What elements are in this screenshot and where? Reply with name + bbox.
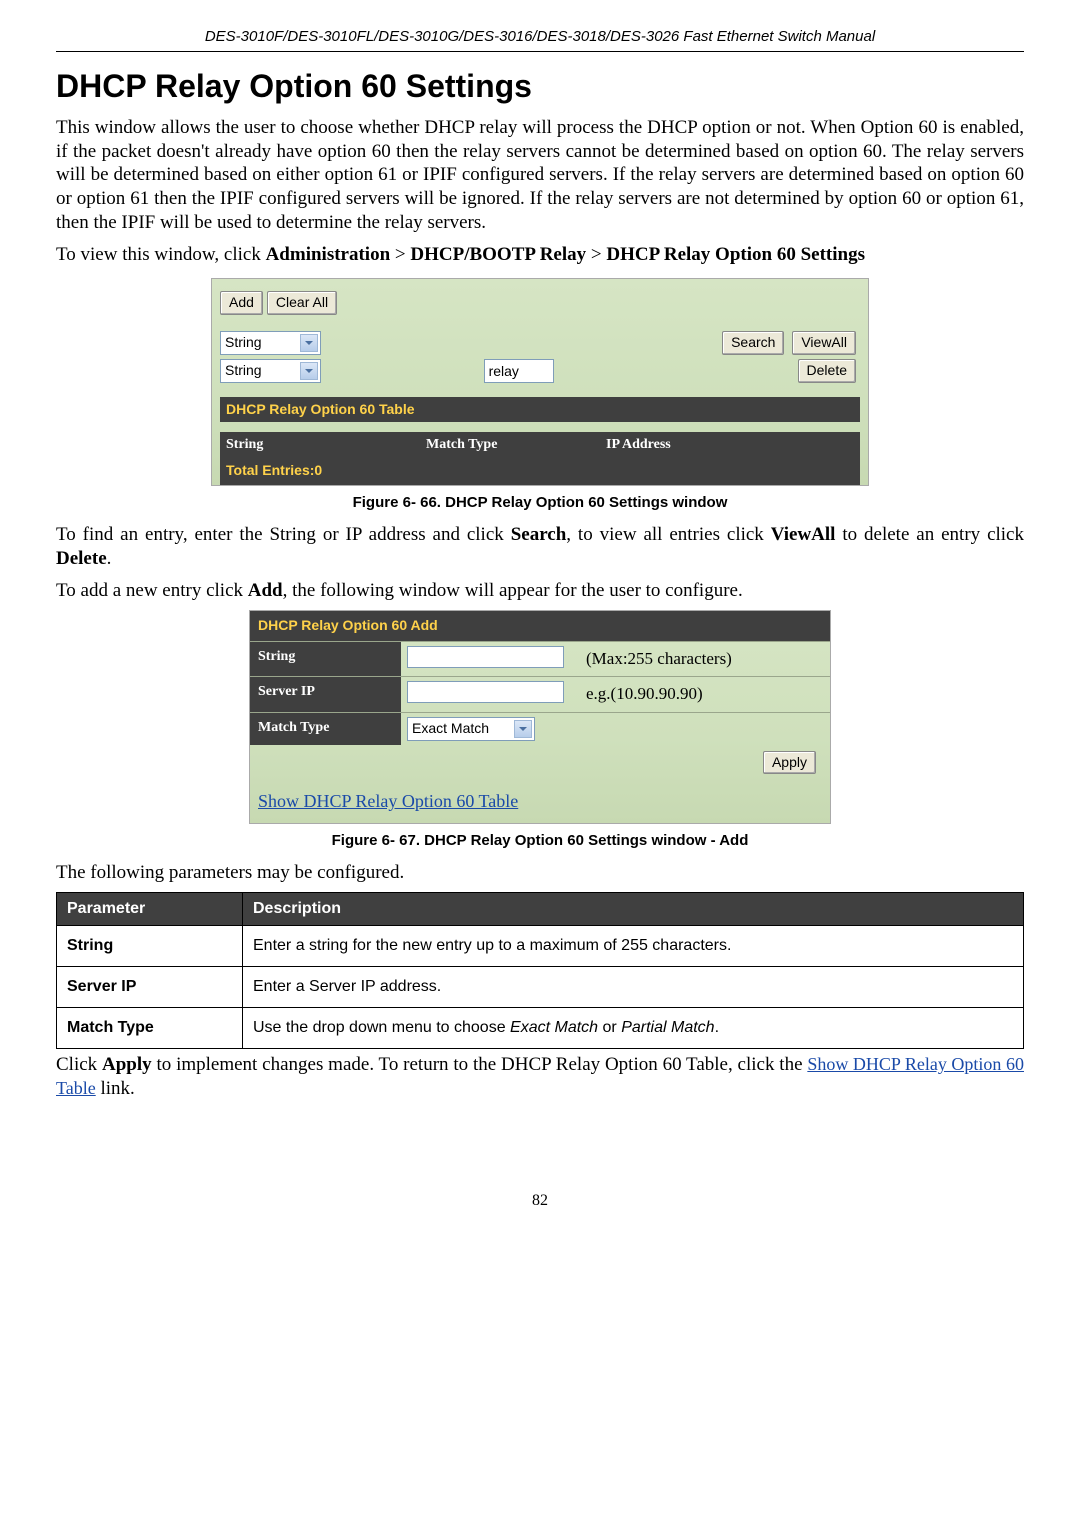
- parameter-table: Parameter Description String Enter a str…: [56, 892, 1024, 1049]
- match-type-select[interactable]: Exact Match: [407, 717, 535, 741]
- chevron-down-icon: [300, 362, 318, 380]
- closing-paragraph: Click Apply to implement changes made. T…: [56, 1053, 1024, 1101]
- nav-crumb-option60: DHCP Relay Option 60 Settings: [606, 244, 865, 265]
- col-match-type: Match Type: [426, 436, 606, 454]
- params-intro: The following parameters may be configur…: [56, 861, 1024, 885]
- table-row: Server IP Enter a Server IP address.: [57, 967, 1024, 1008]
- show-table-link[interactable]: Show DHCP Relay Option 60 Table: [258, 791, 518, 811]
- th-parameter: Parameter: [57, 893, 243, 926]
- hint-server-ip: e.g.(10.90.90.90): [578, 677, 830, 712]
- view-all-button[interactable]: ViewAll: [792, 331, 856, 355]
- figure-caption-67: Figure 6- 67. DHCP Relay Option 60 Setti…: [56, 832, 1024, 851]
- nav-crumb-admin: Administration: [266, 244, 391, 265]
- chevron-down-icon: [514, 720, 532, 738]
- server-ip-input[interactable]: [407, 681, 564, 703]
- search-type-select-1[interactable]: String: [220, 331, 321, 355]
- total-entries: Total Entries:0: [220, 458, 860, 486]
- nav-path: To view this window, click Administratio…: [56, 243, 1024, 267]
- search-button[interactable]: Search: [722, 331, 784, 355]
- string-input[interactable]: [407, 646, 564, 668]
- hint-string: (Max:255 characters): [578, 642, 830, 677]
- figure-caption-66: Figure 6- 66. DHCP Relay Option 60 Setti…: [56, 494, 1024, 513]
- col-string: String: [226, 436, 426, 454]
- search-type-select-2-value: String: [225, 362, 262, 380]
- intro-paragraph: This window allows the user to choose wh…: [56, 116, 1024, 235]
- table-title: DHCP Relay Option 60 Table: [220, 397, 860, 423]
- table-header: Parameter Description: [57, 893, 1024, 926]
- add-button[interactable]: Add: [220, 291, 263, 315]
- search-instructions: To find an entry, enter the String or IP…: [56, 523, 1024, 571]
- search-type-select-1-value: String: [225, 334, 262, 352]
- table-row: Match Type Use the drop down menu to cho…: [57, 1008, 1024, 1049]
- label-match-type: Match Type: [250, 713, 401, 745]
- nav-intro-text: To view this window, click: [56, 244, 266, 265]
- clear-all-button[interactable]: Clear All: [267, 291, 337, 315]
- col-ip-address: IP Address: [606, 436, 854, 454]
- th-description: Description: [243, 893, 1024, 926]
- label-string: String: [250, 642, 401, 677]
- page-number: 82: [56, 1191, 1024, 1211]
- param-name: Match Type: [57, 1008, 243, 1049]
- apply-button[interactable]: Apply: [763, 751, 816, 775]
- header-rule: [56, 51, 1024, 52]
- param-desc: Enter a string for the new entry up to a…: [243, 926, 1024, 967]
- nav-crumb-dhcp: DHCP/BOOTP Relay: [410, 244, 586, 265]
- table-header-row: String Match Type IP Address: [220, 432, 860, 458]
- table-row: String Enter a string for the new entry …: [57, 926, 1024, 967]
- param-desc: Use the drop down menu to choose Exact M…: [243, 1008, 1024, 1049]
- label-server-ip: Server IP: [250, 677, 401, 712]
- chevron-down-icon: [300, 334, 318, 352]
- delete-button[interactable]: Delete: [798, 359, 856, 383]
- param-name: Server IP: [57, 967, 243, 1008]
- add-instructions: To add a new entry click Add, the follow…: [56, 579, 1024, 603]
- add-window-title: DHCP Relay Option 60 Add: [250, 611, 830, 641]
- search-value-input[interactable]: relay: [484, 359, 554, 383]
- doc-header: DES-3010F/DES-3010FL/DES-3010G/DES-3016/…: [56, 28, 1024, 47]
- param-desc: Enter a Server IP address.: [243, 967, 1024, 1008]
- screenshot-option60-settings: Add Clear All String Search ViewAll Stri…: [211, 278, 869, 486]
- param-name: String: [57, 926, 243, 967]
- search-type-select-2[interactable]: String: [220, 359, 321, 383]
- screenshot-option60-add: DHCP Relay Option 60 Add String (Max:255…: [249, 610, 831, 824]
- match-type-select-value: Exact Match: [412, 720, 489, 738]
- page-title: DHCP Relay Option 60 Settings: [56, 66, 1024, 106]
